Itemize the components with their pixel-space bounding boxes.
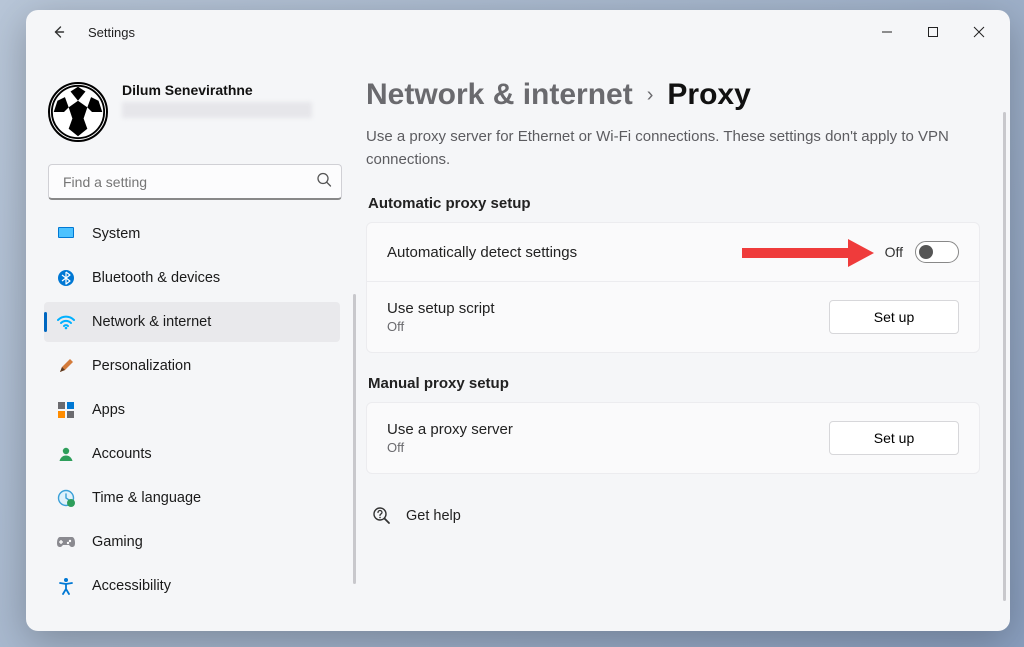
sidebar-item-network[interactable]: Network & internet: [44, 302, 340, 342]
help-icon: [372, 506, 392, 526]
main-content: Network & internet › Proxy Use a proxy s…: [356, 54, 1010, 631]
sidebar-item-label: Apps: [92, 402, 125, 418]
row-title: Use a proxy server: [387, 421, 513, 438]
sidebar-item-label: Time & language: [92, 490, 201, 506]
sidebar-item-accessibility[interactable]: Accessibility: [44, 566, 340, 606]
sidebar-item-label: Accounts: [92, 446, 152, 462]
nav-list: System Bluetooth & devices Network & int…: [44, 214, 346, 621]
sidebar-item-label: System: [92, 226, 140, 242]
sidebar-item-label: Bluetooth & devices: [92, 270, 220, 286]
brush-icon: [56, 356, 76, 376]
arrow-left-icon: [50, 24, 66, 40]
apps-icon: [56, 400, 76, 420]
accessibility-icon: [56, 576, 76, 596]
title-bar: Settings: [26, 10, 1010, 54]
gamepad-icon: [56, 532, 76, 552]
profile-block[interactable]: Dilum Senevirathne: [44, 74, 346, 160]
sidebar-item-apps[interactable]: Apps: [44, 390, 340, 430]
wifi-icon: [56, 312, 76, 332]
close-icon: [973, 26, 985, 38]
maximize-button[interactable]: [910, 16, 956, 48]
window-title: Settings: [88, 25, 135, 40]
sidebar-item-gaming[interactable]: Gaming: [44, 522, 340, 562]
row-setup-script: Use setup script Off Set up: [367, 282, 979, 352]
row-subtitle: Off: [387, 440, 513, 455]
avatar: [48, 82, 108, 142]
settings-window: Settings: [26, 10, 1010, 631]
row-title: Use setup script: [387, 300, 495, 317]
breadcrumb: Network & internet › Proxy: [366, 78, 980, 112]
sidebar-item-label: Accessibility: [92, 578, 171, 594]
chevron-right-icon: ›: [647, 84, 654, 107]
manual-proxy-group: Use a proxy server Off Set up: [366, 402, 980, 474]
setup-script-button[interactable]: Set up: [829, 300, 959, 334]
monitor-icon: [56, 224, 76, 244]
manual-setup-button[interactable]: Set up: [829, 421, 959, 455]
search-input[interactable]: [48, 164, 342, 200]
sidebar-item-label: Gaming: [92, 534, 143, 550]
sidebar-item-label: Network & internet: [92, 314, 211, 330]
row-title: Automatically detect settings: [387, 244, 577, 261]
section-title-automatic: Automatic proxy setup: [368, 195, 980, 212]
clock-icon: [56, 488, 76, 508]
profile-email-redacted: [122, 102, 312, 118]
person-icon: [56, 444, 76, 464]
sidebar-item-system[interactable]: System: [44, 214, 340, 254]
page-description: Use a proxy server for Ethernet or Wi-Fi…: [366, 126, 966, 171]
back-button[interactable]: [44, 18, 72, 46]
auto-detect-toggle[interactable]: [915, 241, 959, 263]
sidebar-item-accounts[interactable]: Accounts: [44, 434, 340, 474]
minimize-button[interactable]: [864, 16, 910, 48]
toggle-state-label: Off: [885, 244, 903, 260]
row-subtitle: Off: [387, 319, 495, 334]
maximize-icon: [927, 26, 939, 38]
page-title: Proxy: [667, 78, 750, 112]
search-icon: [316, 172, 332, 193]
profile-name: Dilum Senevirathne: [122, 82, 312, 98]
sidebar-item-label: Personalization: [92, 358, 191, 374]
sidebar: Dilum Senevirathne System Bluetooth & de…: [26, 54, 356, 631]
row-use-proxy: Use a proxy server Off Set up: [367, 403, 979, 473]
sidebar-item-bluetooth[interactable]: Bluetooth & devices: [44, 258, 340, 298]
soccer-ball-icon: [50, 84, 106, 140]
sidebar-item-time-language[interactable]: Time & language: [44, 478, 340, 518]
automatic-proxy-group: Automatically detect settings Off Use se…: [366, 222, 980, 353]
breadcrumb-parent[interactable]: Network & internet: [366, 78, 633, 112]
minimize-icon: [881, 26, 893, 38]
get-help-label: Get help: [406, 508, 461, 524]
section-title-manual: Manual proxy setup: [368, 375, 980, 392]
annotation-arrow: [740, 237, 875, 269]
close-button[interactable]: [956, 16, 1002, 48]
get-help-link[interactable]: Get help: [366, 496, 467, 536]
main-scrollbar[interactable]: [1003, 112, 1006, 601]
bluetooth-icon: [56, 268, 76, 288]
sidebar-item-personalization[interactable]: Personalization: [44, 346, 340, 386]
row-auto-detect: Automatically detect settings Off: [367, 223, 979, 282]
